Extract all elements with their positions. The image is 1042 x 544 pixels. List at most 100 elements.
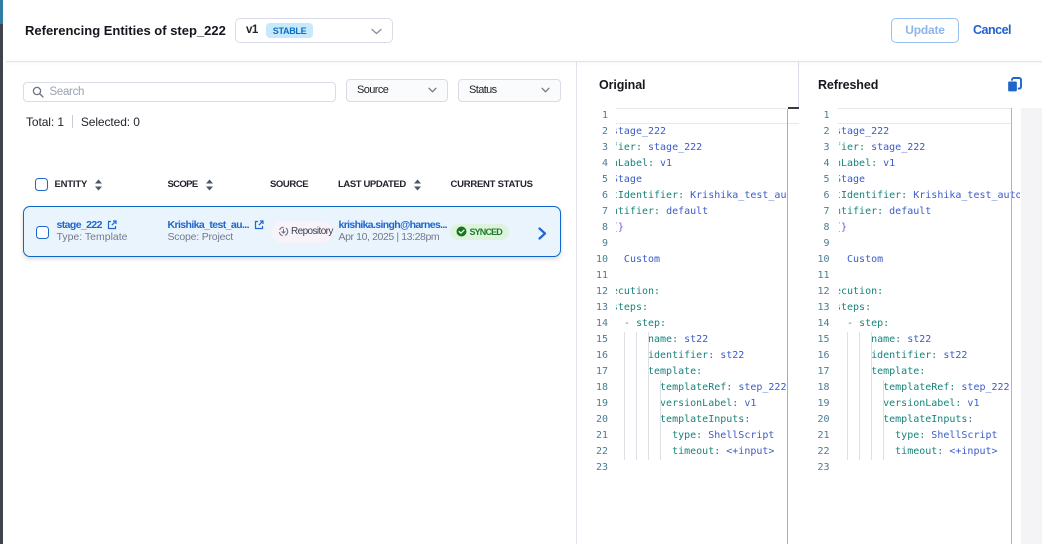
status-badge: SYNCED <box>450 224 509 240</box>
code-line: versionLabel: v1 <box>839 396 1021 412</box>
code-line: identifier: st22 <box>839 348 1021 364</box>
code-line: orgIdentifier: default <box>616 204 787 220</box>
code-line: templateRef: step_222 <box>839 380 1021 396</box>
search-input[interactable]: Search <box>23 82 337 103</box>
totals-bar: Total: 1 Selected: 0 <box>26 115 140 129</box>
code-line: Custom <box>616 252 787 268</box>
source-filter-label: Source <box>357 84 388 96</box>
code-line: name: st22 <box>839 332 1021 348</box>
scope-name: Krishika_test_au... <box>168 219 249 231</box>
column-header-entity[interactable]: ENTITY <box>55 178 104 191</box>
code-line: steps: <box>839 300 1021 316</box>
code-line <box>839 108 1021 124</box>
external-link-icon <box>107 220 117 230</box>
column-header-source: SOURCE <box>270 178 308 191</box>
original-panel-title: Original <box>599 78 645 92</box>
status-filter-select[interactable]: Status <box>458 79 561 102</box>
selected-count: Selected: 0 <box>81 115 140 129</box>
entity-link[interactable]: stage_222 <box>57 219 117 231</box>
code-line: - step: <box>839 316 1021 332</box>
code-line: projectIdentifier: Krishika_test_autocre… <box>839 188 1021 204</box>
indent-guide <box>648 332 649 460</box>
header-divider <box>6 61 1042 62</box>
code-line: timeout: <+input> <box>839 444 1021 460</box>
code-line: type: Stage <box>616 172 787 188</box>
code-line: versionLabel: v1 <box>616 396 787 412</box>
indent-guide <box>636 332 637 460</box>
code-line: - step: <box>616 316 787 332</box>
code-line <box>839 268 1021 284</box>
page-title: Referencing Entities of step_222 <box>25 23 226 38</box>
code-line <box>616 268 787 284</box>
status-label: SYNCED <box>470 227 502 237</box>
entity-type: Type: Template <box>57 231 128 243</box>
code-line: name: st22 <box>616 332 787 348</box>
code-line: projectIdentifier: Krishika_test_autocre… <box>616 188 787 204</box>
code-line: type: ShellScript <box>616 428 787 444</box>
code-line: templateRef: step_222 <box>616 380 787 396</box>
code-line: templateInputs: <box>839 412 1021 428</box>
select-all-checkbox[interactable] <box>35 178 48 191</box>
refreshed-header-border <box>798 62 799 108</box>
entity-name: stage_222 <box>57 219 102 231</box>
diff-editors-divider <box>787 109 788 544</box>
sort-icon[interactable] <box>205 179 214 191</box>
indent-guide <box>847 332 848 460</box>
code-line: identifier: stage_222 <box>839 140 1021 156</box>
column-header-scope[interactable]: SCOPE <box>168 178 214 191</box>
code-line <box>616 460 787 476</box>
copy-icon[interactable] <box>1007 77 1022 92</box>
sort-icon[interactable] <box>94 179 103 191</box>
code-line: execution: <box>839 284 1021 300</box>
code-line: timeout: <+input> <box>616 444 787 460</box>
code-line: template: <box>839 364 1021 380</box>
refreshed-panel-title: Refreshed <box>818 78 878 92</box>
indent-guide <box>871 332 872 460</box>
code-line: name: stage_222 <box>839 124 1021 140</box>
stable-badge: STABLE <box>266 23 314 38</box>
chevron-down-icon <box>371 28 382 35</box>
line-numbers: 1234567891011121314151617181920212223 <box>796 108 830 476</box>
column-header-last-updated[interactable]: LAST UPDATED <box>338 178 422 191</box>
chevron-down-icon <box>541 87 550 93</box>
code-content[interactable]: name: stage_222 identifier: stage_222 ve… <box>839 108 1021 476</box>
minimap[interactable] <box>1021 108 1042 544</box>
external-link-icon <box>254 220 264 230</box>
row-checkbox[interactable] <box>36 226 49 239</box>
cancel-button[interactable]: Cancel <box>973 23 1011 37</box>
code-line: templateInputs: <box>616 412 787 428</box>
check-circle-icon <box>456 226 467 237</box>
chevron-down-icon <box>428 87 437 93</box>
indent-guide <box>859 332 860 460</box>
column-label: ENTITY <box>55 179 88 190</box>
updated-at: Apr 10, 2025 | 13:28pm <box>339 231 440 243</box>
source-badge: Repository <box>272 221 333 243</box>
scope-link[interactable]: Krishika_test_au... <box>168 219 264 231</box>
version-select[interactable]: v1 STABLE <box>235 18 393 43</box>
status-filter-label: Status <box>469 84 497 96</box>
code-line: name: stage_222 <box>616 124 787 140</box>
update-button[interactable]: Update <box>891 18 959 43</box>
source-badge-label: Repository <box>291 226 333 237</box>
source-filter-select[interactable]: Source <box>346 79 448 102</box>
sort-icon[interactable] <box>413 179 422 191</box>
code-line: type: Stage <box>839 172 1021 188</box>
updated-by: krishika.singh@harnes... <box>339 219 447 231</box>
column-label: LAST UPDATED <box>338 179 406 190</box>
totals-separator <box>72 115 73 128</box>
line-numbers: 1234567891011121314151617181920212223 <box>574 108 608 476</box>
code-line: versionLabel: v1 <box>616 156 787 172</box>
code-line: template: <box>616 364 787 380</box>
updated-by-link[interactable]: krishika.singh@harnes... <box>339 219 447 231</box>
code-line <box>839 460 1021 476</box>
code-line <box>839 236 1021 252</box>
column-label: SCOPE <box>168 179 198 190</box>
code-line: identifier: st22 <box>616 348 787 364</box>
repository-icon <box>278 226 289 237</box>
code-line: type: ShellScript <box>839 428 1021 444</box>
code-line: execution: <box>616 284 787 300</box>
code-content[interactable]: name: stage_222 identifier: stage_222 ve… <box>616 108 787 476</box>
column-label: CURRENT STATUS <box>451 179 533 190</box>
row-expand-chevron-icon[interactable] <box>538 227 547 240</box>
total-count: Total: 1 <box>26 115 64 129</box>
